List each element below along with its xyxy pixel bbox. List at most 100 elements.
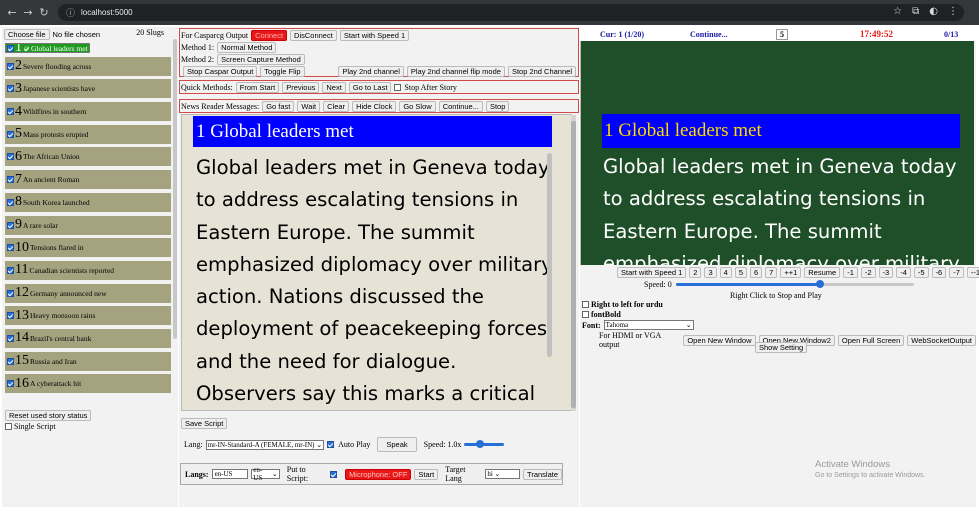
play-2nd-flip-button[interactable]: Play 2nd channel flip mode xyxy=(406,66,505,77)
open-new-window-button[interactable]: Open New Window xyxy=(683,334,756,346)
slug-checkbox[interactable] xyxy=(7,334,14,342)
playback-button[interactable]: 4 xyxy=(719,267,732,278)
caspar-start-speed-button[interactable]: Start with Speed 1 xyxy=(339,30,410,41)
next-button[interactable]: Next xyxy=(322,82,346,93)
slug-checkbox[interactable] xyxy=(7,198,14,206)
wait-button[interactable]: Wait xyxy=(297,101,321,112)
playback-button[interactable]: -2 xyxy=(860,267,876,278)
playback-button[interactable]: -4 xyxy=(896,267,911,278)
slug-item[interactable]: 4 Wildfires in southern xyxy=(5,102,171,122)
playback-button[interactable]: 2 xyxy=(689,267,702,278)
slug-checkbox[interactable] xyxy=(7,44,14,52)
go-to-last-button[interactable]: Go to Last xyxy=(348,82,392,93)
previous-button[interactable]: Previous xyxy=(282,82,320,93)
lang-input[interactable]: en-US xyxy=(211,469,249,479)
slug-item[interactable]: 6 The African Union xyxy=(5,147,171,167)
connect-button[interactable]: Connect xyxy=(251,30,288,41)
stop-after-story-checkbox[interactable] xyxy=(394,84,402,91)
choose-file-button[interactable]: Choose file xyxy=(4,29,50,40)
single-script-checkbox[interactable] xyxy=(5,423,12,430)
toggle-flip-button[interactable]: Toggle Flip xyxy=(260,66,305,77)
speak-button[interactable]: Speak xyxy=(377,437,417,452)
mic-start-button[interactable]: Start xyxy=(414,468,439,480)
playback-button[interactable]: -7 xyxy=(949,267,964,278)
playback-button[interactable]: Resume xyxy=(804,267,841,278)
save-script-button[interactable]: Save Script xyxy=(181,418,228,429)
slug-checkbox[interactable] xyxy=(7,62,14,70)
slug-checkbox[interactable] xyxy=(7,130,14,138)
font-bold-checkbox[interactable] xyxy=(582,311,589,318)
slug-item[interactable]: 2 Severe flooding across xyxy=(5,56,171,76)
playback-button[interactable]: -5 xyxy=(913,267,929,278)
profile-icon[interactable]: ◐ xyxy=(929,6,938,17)
tts-speed-slider[interactable] xyxy=(464,440,505,448)
slug-checkbox[interactable] xyxy=(7,312,14,320)
playback-button[interactable]: 3 xyxy=(704,267,717,278)
slug-checkbox[interactable] xyxy=(7,357,14,365)
slug-item[interactable]: 9A rare solar xyxy=(5,215,171,235)
playback-button[interactable]: --1 xyxy=(966,267,979,278)
stop-caspar-button[interactable]: Stop Caspar Output xyxy=(183,66,258,77)
editor-title[interactable]: 1 Global leaders met xyxy=(193,116,552,147)
slug-checkbox[interactable] xyxy=(7,244,14,252)
reset-story-status-button[interactable]: Reset used story status xyxy=(5,410,92,421)
address-bar[interactable]: ⓘ localhost:5000 ☆ ⧉ ◐ ⋮ xyxy=(58,4,964,21)
open-full-screen-button[interactable]: Open Full Screen xyxy=(837,334,905,346)
slug-item[interactable]: 1 Global leaders met xyxy=(5,43,90,53)
slug-item[interactable]: 5 Mass protests erupted xyxy=(5,124,171,144)
slug-checkbox[interactable] xyxy=(7,380,14,388)
screen-capture-method-button[interactable]: Screen Capture Method xyxy=(217,54,305,65)
lang-select[interactable]: en-US ⌄ xyxy=(251,466,280,482)
playback-button[interactable]: ++1 xyxy=(780,267,802,278)
extensions-icon[interactable]: ⧉ xyxy=(912,6,919,17)
slug-item[interactable]: 10 Tensions flared in xyxy=(5,238,171,258)
hide-clock-button[interactable]: Hide Clock xyxy=(352,101,397,112)
websocket-output-button[interactable]: WebSocketOutput xyxy=(907,334,976,346)
show-setting-button[interactable]: Show Setting xyxy=(755,342,808,353)
teleprompter-preview[interactable]: 1 Global leaders met Global leaders met … xyxy=(580,41,974,265)
slug-checkbox[interactable] xyxy=(7,153,14,161)
voice-select[interactable]: mr-IN-Standard-A (FEMALE, mr-IN) ⌄ xyxy=(205,439,325,450)
playback-button[interactable]: 6 xyxy=(749,267,763,278)
auto-play-checkbox[interactable] xyxy=(327,441,335,448)
playback-button[interactable]: 7 xyxy=(765,267,778,278)
microphone-toggle[interactable]: Microphone: OFF xyxy=(345,468,412,480)
clear-button[interactable]: Clear xyxy=(323,101,350,112)
playback-speed-slider[interactable] xyxy=(675,280,914,288)
slug-checkbox[interactable] xyxy=(7,221,14,229)
slug-checkbox[interactable] xyxy=(7,289,14,297)
slug-item[interactable]: 14 Brazil's central bank xyxy=(5,328,171,348)
continue-button[interactable]: Continue... xyxy=(438,101,483,112)
playback-button[interactable]: Start with Speed 1 xyxy=(617,267,687,278)
playback-button[interactable]: -1 xyxy=(843,267,858,278)
forward-icon[interactable]: → xyxy=(20,6,36,19)
slug-item[interactable]: 3 Japanese scientists have xyxy=(5,79,171,99)
script-editor[interactable]: 1 Global leaders met Global leaders met … xyxy=(181,114,572,411)
editor-scrollbar[interactable] xyxy=(547,153,552,357)
from-start-button[interactable]: From Start xyxy=(235,82,280,93)
go-slow-button[interactable]: Go Slow xyxy=(399,101,436,112)
translate-button[interactable]: Translate xyxy=(523,468,563,480)
slug-used-checkbox[interactable] xyxy=(23,44,30,52)
playback-button[interactable]: -3 xyxy=(878,267,894,278)
playback-button[interactable]: 5 xyxy=(734,267,747,278)
bookmark-star-icon[interactable]: ☆ xyxy=(893,6,902,17)
slug-item[interactable]: 11 Canadian scientists reported xyxy=(5,260,171,280)
play-2nd-channel-button[interactable]: Play 2nd channel xyxy=(338,66,404,77)
slug-list-scrollbar[interactable] xyxy=(173,39,177,339)
normal-method-button[interactable]: Normal Method xyxy=(217,42,277,53)
editor-outer-scrollbar[interactable] xyxy=(571,115,576,411)
menu-icon[interactable]: ⋮ xyxy=(948,6,958,17)
slug-checkbox[interactable] xyxy=(7,176,14,184)
playback-button[interactable]: -6 xyxy=(931,267,947,278)
rtl-checkbox[interactable] xyxy=(582,301,589,308)
slug-item[interactable]: 7 An ancient Roman xyxy=(5,170,171,190)
stop-button[interactable]: Stop xyxy=(485,101,510,112)
slug-item[interactable]: 8 South Korea launched xyxy=(5,192,171,212)
slug-item[interactable]: 12 Germany announced new xyxy=(5,283,171,303)
put-to-script-checkbox[interactable] xyxy=(330,470,338,478)
editor-body[interactable]: Global leaders met in Geneva today to ad… xyxy=(190,149,555,404)
slug-checkbox[interactable] xyxy=(7,266,14,274)
go-fast-button[interactable]: Go fast xyxy=(262,101,295,112)
slug-item[interactable]: 15 Russia and Iran xyxy=(5,351,171,371)
